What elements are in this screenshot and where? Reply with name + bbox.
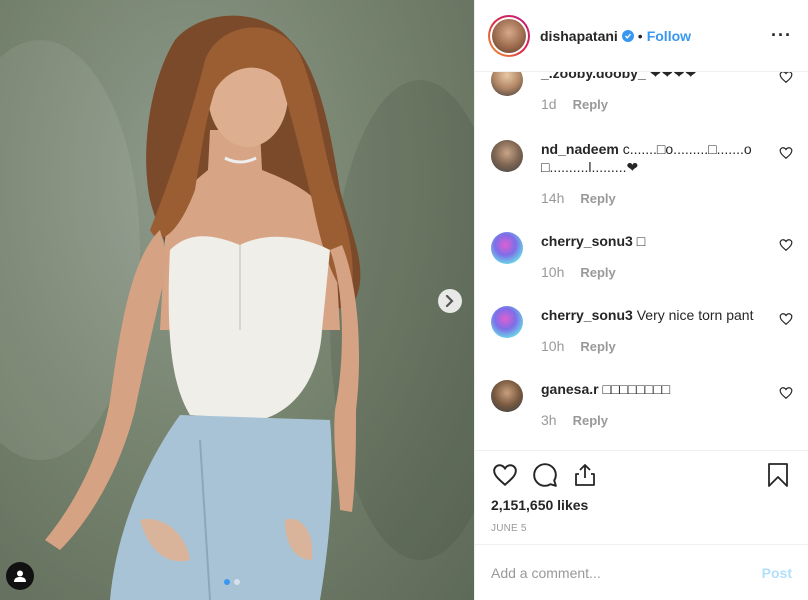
carousel-indicator [224, 579, 240, 585]
comment-time: 10h [541, 264, 565, 280]
comment-time: 10h [541, 338, 565, 354]
post-photo[interactable] [0, 0, 474, 600]
share-icon [575, 464, 595, 486]
reply-button[interactable]: Reply [580, 339, 615, 354]
author-avatar[interactable] [488, 14, 530, 57]
like-button[interactable] [491, 461, 519, 489]
model-figure [45, 15, 361, 600]
commenter-username[interactable]: nd_nadeem [541, 141, 619, 157]
header-separator: • [637, 27, 643, 44]
commenter-username[interactable]: cherry_sonu3 [541, 307, 633, 323]
add-comment-bar: Post [475, 544, 808, 600]
commenter-username[interactable]: ganesa.r [541, 381, 599, 397]
user-tag-icon [14, 570, 26, 582]
commenter-username[interactable]: cherry_sonu3 [541, 233, 633, 249]
add-comment-input[interactable] [491, 564, 762, 581]
verified-badge-icon [621, 29, 634, 42]
likes-count[interactable]: 2,151,650 likes [491, 497, 792, 513]
commenter-avatar[interactable] [491, 306, 523, 338]
author-username[interactable]: dishapatani [540, 28, 618, 44]
follow-button[interactable]: Follow [647, 28, 691, 44]
carousel-dot [234, 579, 240, 585]
comment-time: 14h [541, 190, 565, 206]
comment-time: 3h [541, 412, 557, 428]
commenter-avatar[interactable] [491, 72, 523, 96]
instagram-post-modal: dishapatani • Follow ··· _.zooby.dooby_ … [0, 0, 808, 600]
comment-time: 1d [541, 96, 557, 112]
post-actions: 2,151,650 likes JUNE 5 [475, 450, 808, 544]
like-comment-heart-icon[interactable] [779, 72, 793, 84]
post-comment-button[interactable]: Post [762, 565, 792, 581]
like-comment-heart-icon[interactable] [779, 312, 793, 326]
next-photo-button[interactable] [438, 289, 462, 313]
post-header: dishapatani • Follow ··· [475, 0, 808, 72]
like-comment-heart-icon[interactable] [779, 146, 793, 160]
more-options-icon[interactable]: ··· [771, 25, 792, 46]
comment-text: ❤❤❤❤ [649, 72, 697, 81]
comment-button[interactable] [531, 461, 559, 489]
comment-icon [533, 463, 557, 487]
like-comment-heart-icon[interactable] [779, 238, 793, 252]
heart-icon [493, 464, 517, 487]
chevron-right-icon [445, 295, 454, 307]
bookmark-icon [768, 463, 788, 487]
comment-text: □ [636, 233, 646, 249]
comment-text: □□□□□□□□ [602, 381, 671, 397]
post-side-panel: dishapatani • Follow ··· _.zooby.dooby_ … [474, 0, 808, 600]
reply-button[interactable]: Reply [580, 265, 615, 280]
comment-item: nd_nadeem c.......□o.........□.......o □… [491, 140, 793, 206]
like-comment-heart-icon[interactable] [779, 386, 793, 400]
save-button[interactable] [764, 461, 792, 489]
commenter-avatar[interactable] [491, 380, 523, 412]
tagged-users-button[interactable] [6, 562, 34, 590]
comments-list: _.zooby.dooby_ ❤❤❤❤ 1d Reply nd_nadeem c.… [475, 72, 808, 450]
commenter-username[interactable]: _.zooby.dooby_ [541, 72, 646, 81]
share-button[interactable] [571, 461, 599, 489]
reply-button[interactable]: Reply [573, 413, 608, 428]
carousel-dot-active [224, 579, 230, 585]
post-date[interactable]: JUNE 5 [491, 523, 792, 534]
reply-button[interactable]: Reply [573, 97, 608, 112]
comment-text: Very nice torn pant [636, 307, 754, 323]
commenter-avatar[interactable] [491, 140, 523, 172]
comment-item: _.zooby.dooby_ ❤❤❤❤ 1d Reply [491, 72, 793, 112]
commenter-avatar[interactable] [491, 232, 523, 264]
reply-button[interactable]: Reply [580, 191, 615, 206]
comment-item: cherry_sonu3 □ 10h Reply [491, 232, 793, 280]
comment-item: ganesa.r □□□□□□□□ 3h Reply [491, 380, 793, 428]
comment-item: cherry_sonu3 Very nice torn pant 10h Repl… [491, 306, 793, 354]
